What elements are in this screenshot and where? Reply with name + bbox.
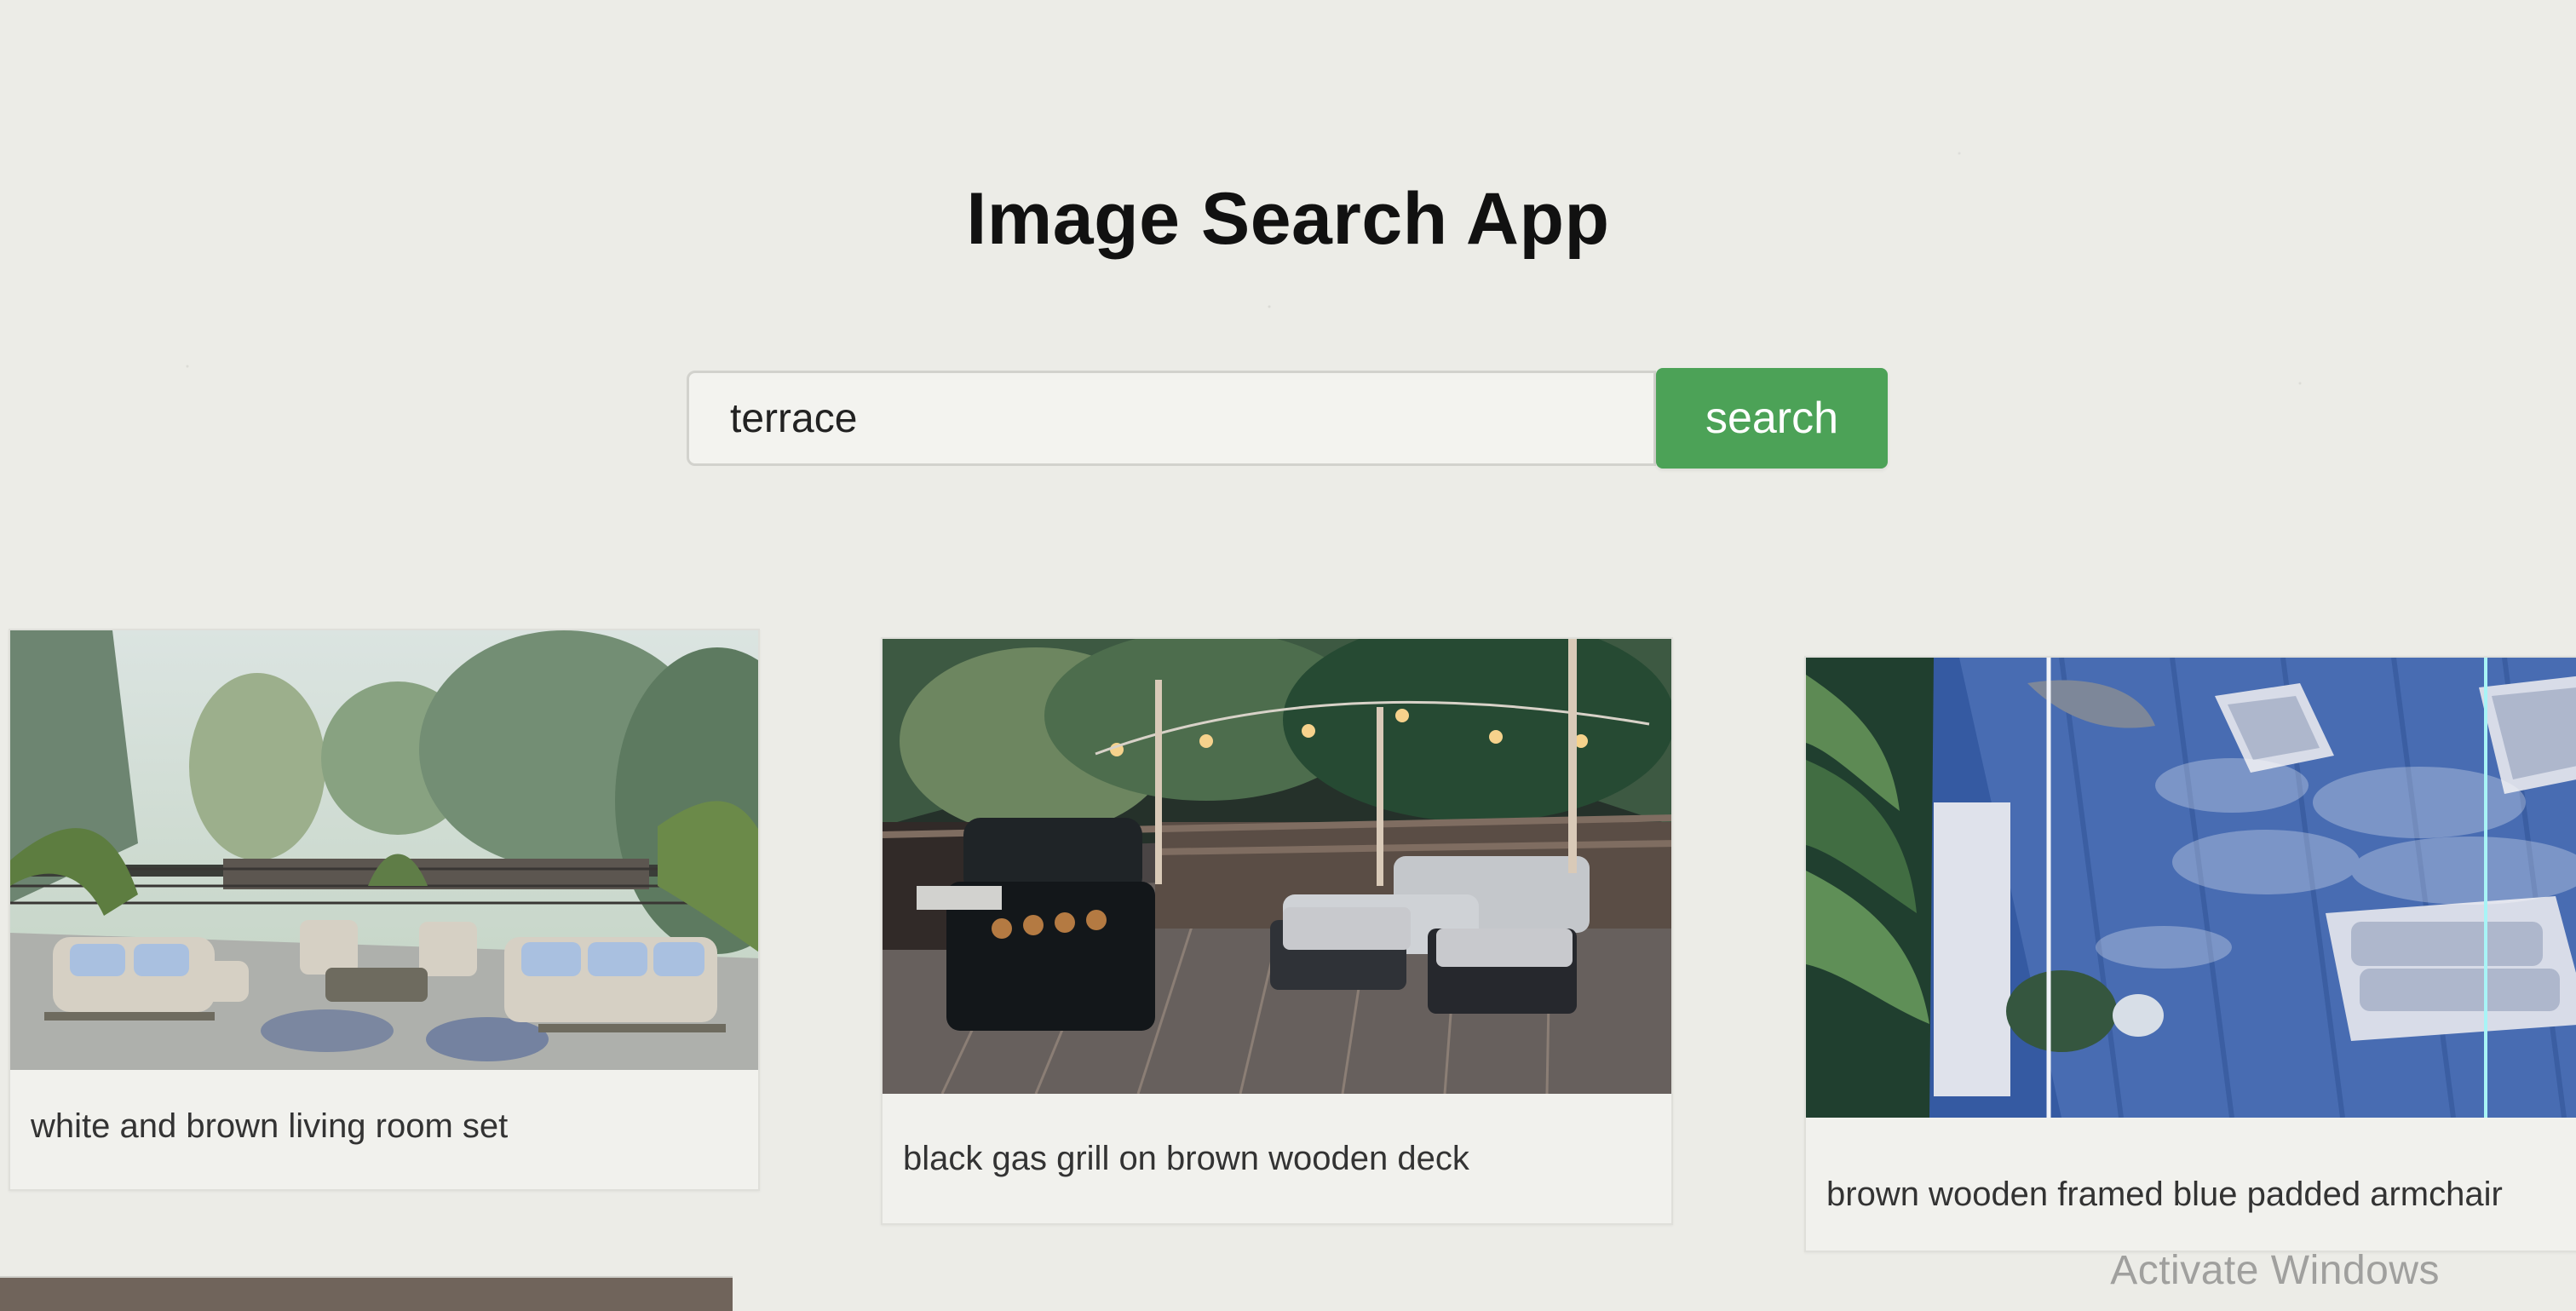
- result-card[interactable]: brown wooden framed blue padded armchair: [1804, 656, 2576, 1252]
- page-title: Image Search App: [966, 177, 1610, 260]
- image-search-app: Image Search App search: [0, 0, 2576, 1311]
- terrace-lounge-image: [10, 630, 758, 1070]
- search-input[interactable]: [687, 371, 1656, 466]
- partially-visible-next-result: [0, 1276, 733, 1311]
- result-caption: brown wooden framed blue padded armchair: [1826, 1176, 2503, 1213]
- result-image-grill-deck[interactable]: [883, 639, 1671, 1094]
- result-card[interactable]: white and brown living room set: [9, 629, 760, 1191]
- activate-windows-watermark: Activate Windows: [2110, 1248, 2440, 1293]
- result-image-terrace-lounge[interactable]: [10, 630, 758, 1070]
- results-grid: white and brown living room set black ga…: [0, 622, 2576, 1309]
- armchair-deck-image: [1806, 658, 2576, 1118]
- result-card[interactable]: black gas grill on brown wooden deck: [881, 637, 1673, 1225]
- search-button[interactable]: search: [1656, 368, 1888, 469]
- grill-deck-image: [883, 639, 1671, 1094]
- search-form: search: [687, 368, 1888, 469]
- result-caption: black gas grill on brown wooden deck: [903, 1140, 1469, 1177]
- result-image-armchair-deck[interactable]: [1806, 658, 2576, 1118]
- result-caption: white and brown living room set: [31, 1107, 509, 1145]
